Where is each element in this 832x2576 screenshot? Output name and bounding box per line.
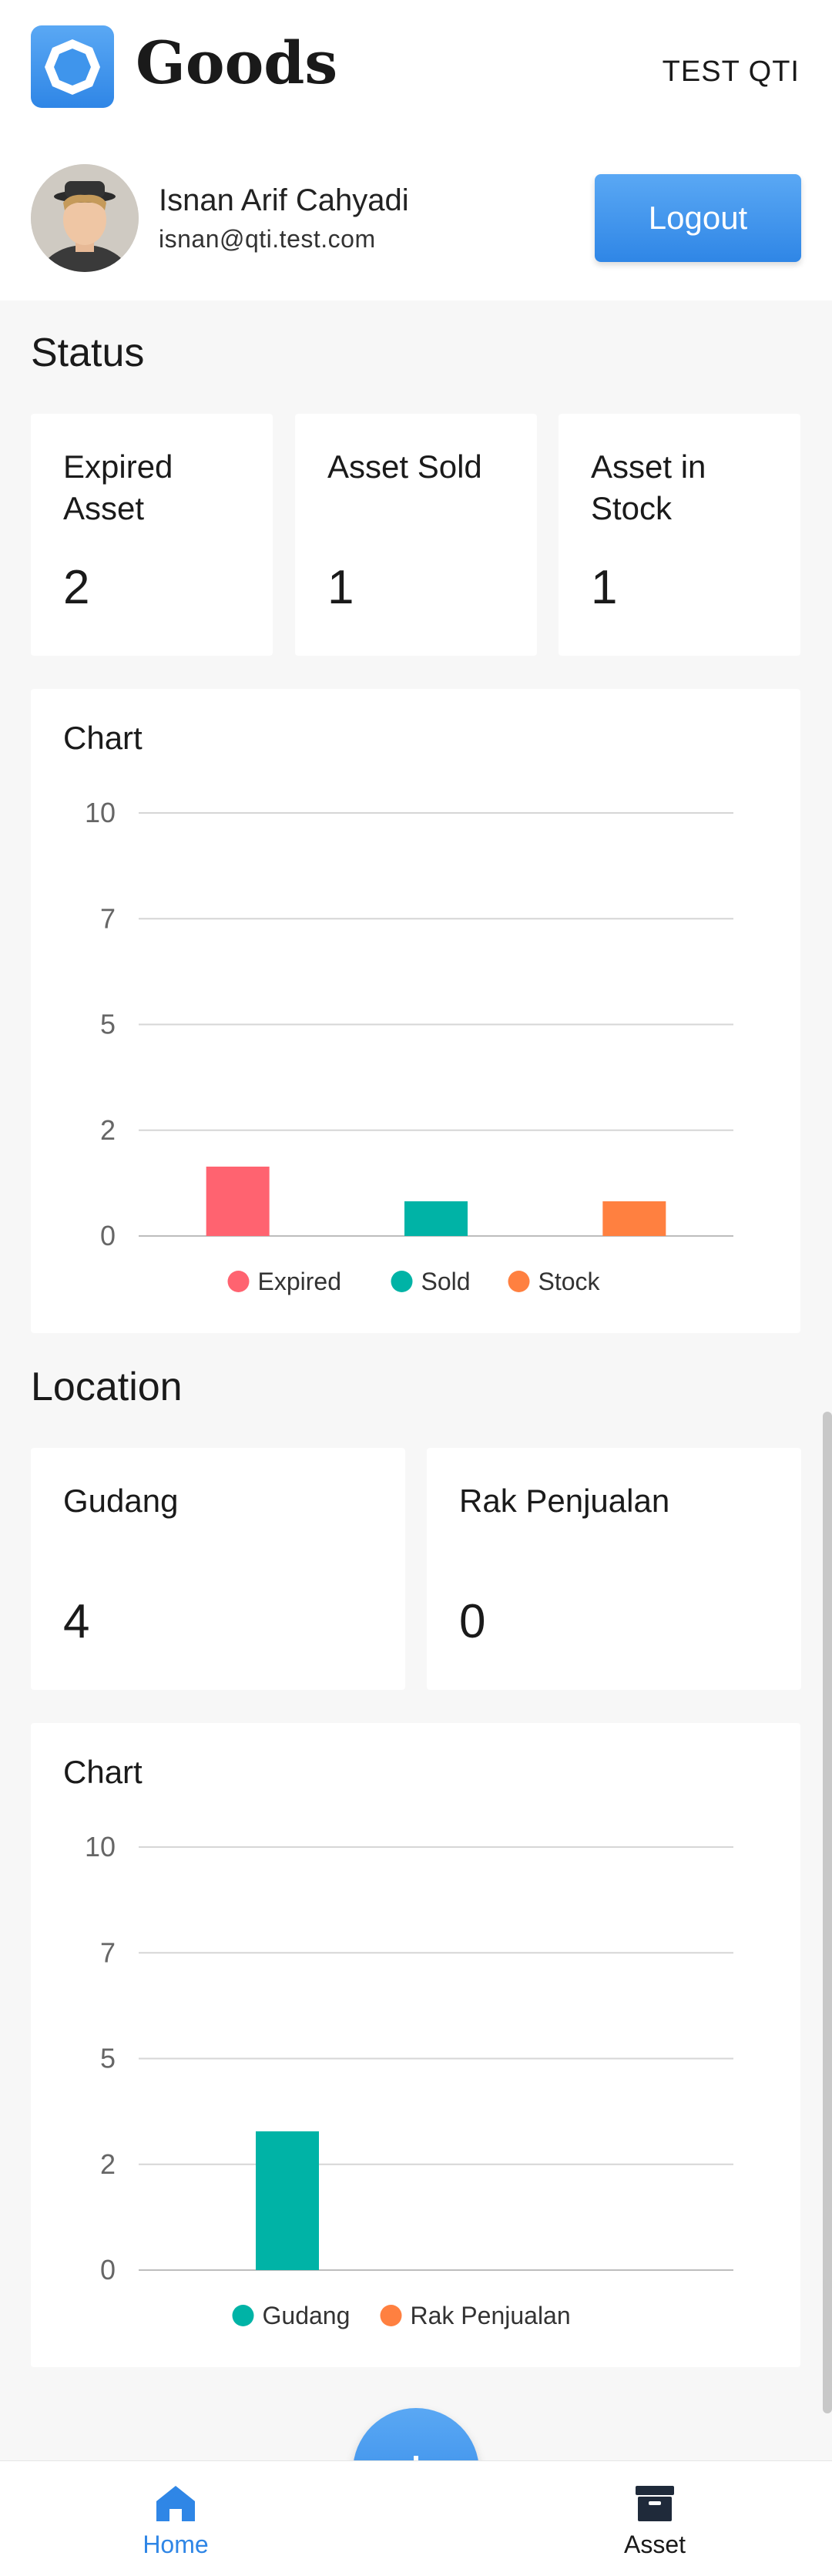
user-name: Isnan Arif Cahyadi [159, 183, 409, 217]
legend-swatch [380, 2305, 402, 2326]
scrollbar[interactable] [823, 1412, 832, 2413]
asset-in-stock-card[interactable]: Asset in Stock 1 [559, 414, 800, 656]
expired-asset-label: Expired Asset [63, 448, 173, 526]
gudang-value: 4 [63, 1595, 90, 1648]
nav-asset[interactable]: Asset [578, 2484, 732, 2559]
location-bar-chart: 10 7 5 2 0 Gudang Rak Penjualan [85, 1831, 733, 2329]
nav-asset-label: Asset [623, 2531, 686, 2558]
legend-swatch [227, 1271, 250, 1292]
rak-penjualan-card[interactable]: Rak Penjualan 0 [427, 1448, 801, 1690]
y-tick-label: 7 [100, 1936, 116, 1968]
organization-name: TEST QTI [662, 55, 800, 88]
status-section-title: Status [31, 331, 145, 375]
expired-asset-value: 2 [63, 561, 90, 614]
gudang-card[interactable]: Gudang 4 [31, 1448, 405, 1690]
asset-in-stock-value: 1 [591, 561, 618, 614]
asset-in-stock-label: Asset in Stock [591, 448, 706, 526]
octagon-logo-icon [45, 39, 100, 95]
y-tick-label: 5 [100, 2043, 116, 2074]
bar-stock [602, 1201, 666, 1236]
nav-home[interactable]: Home [99, 2484, 253, 2559]
y-tick-label: 0 [100, 1220, 116, 1251]
user-email: isnan@qti.test.com [159, 225, 376, 253]
legend-label: Expired [258, 1268, 342, 1295]
legend-swatch [232, 2305, 254, 2326]
legend-swatch [508, 1271, 530, 1292]
avatar [31, 164, 139, 272]
asset-sold-value: 1 [327, 561, 354, 614]
app-logo [31, 25, 114, 108]
legend-swatch [391, 1271, 413, 1292]
asset-sold-card[interactable]: Asset Sold 1 [295, 414, 537, 656]
rak-penjualan-value: 0 [459, 1595, 486, 1648]
y-tick-label: 0 [100, 2254, 116, 2285]
gudang-label: Gudang [63, 1483, 179, 1519]
app-header: Goods TEST QTI Isnan Arif Cahyadi isnan@… [0, 0, 832, 301]
rak-penjualan-label: Rak Penjualan [459, 1483, 670, 1519]
bar-gudang [256, 2131, 319, 2270]
location-chart-card: Chart 10 7 5 2 0 Gudang Rak Penjualan [31, 1723, 800, 2367]
y-tick-label: 2 [100, 1114, 116, 1146]
y-tick-label: 5 [100, 1009, 116, 1040]
legend-label: Rak Penjualan [411, 2302, 571, 2329]
y-tick-label: 7 [100, 902, 116, 934]
y-tick-label: 2 [100, 2148, 116, 2180]
location-section-title: Location [31, 1365, 183, 1409]
logout-button[interactable]: Logout [595, 174, 801, 262]
legend-label: Stock [538, 1268, 601, 1295]
y-tick-label: 10 [85, 1831, 116, 1862]
archive-box-icon [636, 2486, 674, 2521]
home-icon [156, 2486, 195, 2521]
nav-home-label: Home [143, 2531, 209, 2558]
asset-sold-label: Asset Sold [327, 448, 482, 485]
legend-label: Gudang [263, 2302, 351, 2329]
legend-label: Sold [421, 1268, 471, 1295]
status-bar-chart: 10 7 5 2 0 Expired Sold Stock [85, 797, 733, 1295]
y-tick-label: 10 [85, 797, 116, 828]
bottom-navigation: Home Asset [0, 2460, 832, 2576]
expired-asset-card[interactable]: Expired Asset 2 [31, 414, 273, 656]
status-chart-card: Chart 10 7 5 2 0 Expired Sold Stock [31, 689, 800, 1333]
bar-expired [206, 1166, 270, 1236]
app-title: Goods [136, 29, 338, 97]
bar-sold [404, 1201, 468, 1236]
